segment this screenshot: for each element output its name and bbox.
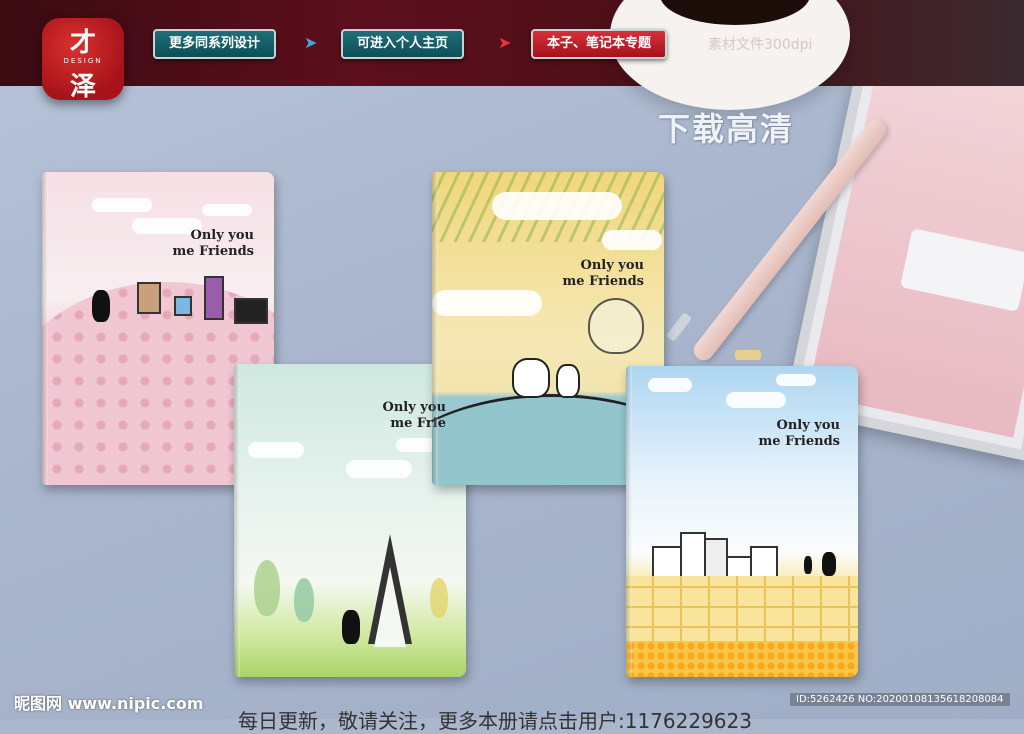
cat-illustration (512, 358, 550, 398)
notebook-title: Only you me Friends (758, 418, 840, 450)
notebook-sky[interactable]: Only you me Friends (626, 366, 858, 677)
house-illustration (137, 282, 161, 314)
house-illustration (704, 538, 728, 580)
logo-char-bottom: 泽 (69, 72, 96, 102)
arrow-right-icon: ➤ (498, 33, 512, 52)
flower-field-illustration (626, 641, 858, 677)
homepage-button[interactable]: 可进入个人主页 (341, 29, 465, 59)
house-illustration (174, 296, 192, 316)
download-hd-button[interactable]: 下载高清 (658, 104, 794, 150)
logo-text: DESIGN (63, 57, 103, 65)
logo-char-top: 才 (69, 28, 96, 58)
brand-logo[interactable]: 才 DESIGN 泽 (42, 18, 124, 102)
house-illustration (204, 276, 224, 320)
tree-illustration (294, 578, 314, 622)
cat-illustration (92, 290, 110, 322)
pen-clip-decoration (735, 350, 761, 360)
house-illustration (234, 298, 268, 324)
house-illustration (652, 546, 682, 580)
cat-illustration (804, 556, 812, 574)
site-watermark: 昵图网 www.nipic.com (14, 694, 204, 713)
notebook-title: Only you me Friends (562, 258, 644, 290)
file-meta-label: 素材文件300dpi (708, 37, 813, 53)
cat-illustration (822, 552, 836, 576)
tree-illustration (430, 578, 448, 618)
footer-note: 每日更新，敬请关注，更多本册请点击用户:1176229623 (238, 709, 752, 733)
arrow-right-icon: ➤ (304, 33, 318, 52)
heart-tree-illustration (588, 298, 644, 354)
cat-illustration (342, 610, 360, 644)
rabbit-illustration (556, 364, 580, 398)
house-illustration (750, 546, 778, 580)
notebook-title: Only you me Friends (172, 228, 254, 260)
tree-illustration (254, 560, 280, 616)
image-id-label: ID:5262426 NO:20200108135618208084 (790, 693, 1010, 706)
house-illustration (680, 532, 706, 580)
more-series-button[interactable]: 更多同系列设计 (153, 29, 277, 59)
notebook-topic-button[interactable]: 本子、笔记本专题 (531, 29, 668, 59)
